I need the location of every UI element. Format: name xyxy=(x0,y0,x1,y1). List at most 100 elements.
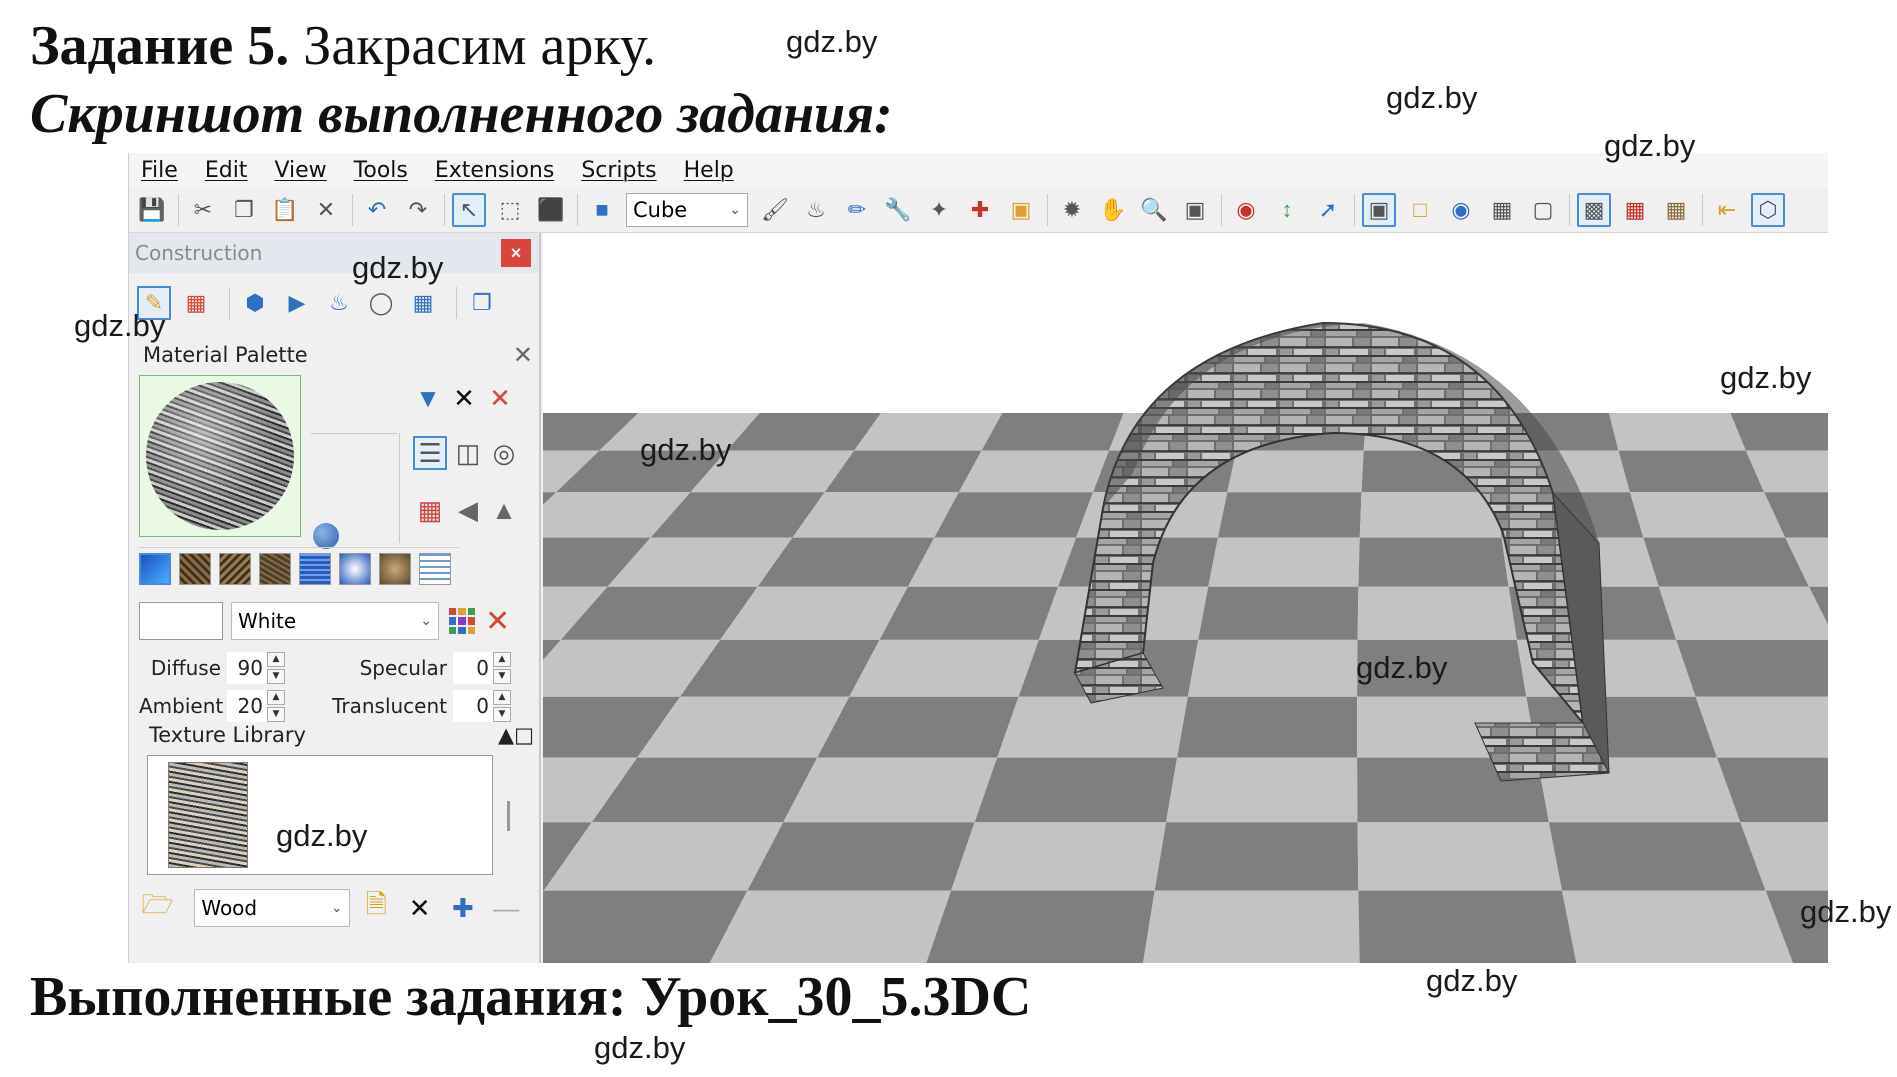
plus-icon[interactable]: ✚ xyxy=(446,891,479,925)
texture-slot-grid[interactable] xyxy=(299,552,331,585)
shape-tab-icon[interactable]: ⬢ xyxy=(238,286,272,320)
select-transform-icon[interactable]: ⬚ xyxy=(493,193,527,227)
paste-icon[interactable]: 📋 xyxy=(268,193,302,227)
light-tab-icon[interactable]: ◯ xyxy=(364,286,398,320)
scrollbar-thumb[interactable] xyxy=(507,801,510,831)
palette-tab-icon[interactable]: ▦ xyxy=(179,286,213,320)
view-select-icon[interactable]: ▩ xyxy=(1577,192,1611,227)
texture-library-scrollbar[interactable] xyxy=(499,761,523,873)
stone-texture-thumbnail[interactable] xyxy=(168,762,248,868)
delete-icon[interactable]: ✕ xyxy=(309,193,343,227)
camera-tab-icon[interactable]: ▶ xyxy=(280,286,314,320)
menu-extensions[interactable]: Extensions xyxy=(435,158,554,183)
save-icon[interactable]: 💾 xyxy=(135,193,169,227)
floor-tile xyxy=(1208,537,1360,587)
texture-slot-stone1[interactable] xyxy=(179,552,211,585)
library-tab-icon[interactable]: ▦ xyxy=(406,286,440,320)
library-folder-icon[interactable]: 🗁 xyxy=(141,889,174,925)
tab-separator xyxy=(229,287,230,319)
library-select[interactable]: Wood ⌄ xyxy=(194,889,350,927)
menu-edit[interactable]: Edit xyxy=(205,158,248,183)
import-icon[interactable]: ⇤ xyxy=(1710,193,1744,227)
texture-slot-gradient[interactable] xyxy=(139,552,171,585)
texture-slot-glow[interactable] xyxy=(339,552,371,585)
ambient-input[interactable]: 20 xyxy=(227,690,267,722)
eyedropper-icon[interactable]: ✏ xyxy=(840,193,874,227)
view-front-icon[interactable]: ▣ xyxy=(1362,192,1396,227)
wrench-icon[interactable]: 🔧 xyxy=(881,193,915,227)
diffuse-label: Diffuse xyxy=(150,656,221,680)
globe-icon[interactable] xyxy=(313,523,339,549)
menu-scripts[interactable]: Scripts xyxy=(581,158,656,183)
redo-icon[interactable]: ↷ xyxy=(401,193,435,227)
mosaic-icon[interactable]: ▦ xyxy=(413,493,447,527)
select-arrow-icon[interactable]: ↖ xyxy=(452,192,486,227)
view-box-icon[interactable]: □ xyxy=(1403,193,1437,227)
color-swatch[interactable] xyxy=(139,602,223,640)
clear-red-icon[interactable]: ✕ xyxy=(483,381,517,415)
zoom-icon[interactable]: 🔍 xyxy=(1137,193,1171,227)
translucent-spinner[interactable]: ▲ ▼ xyxy=(493,690,511,722)
texture-stack-icon[interactable]: ☰ xyxy=(413,436,447,470)
color-select[interactable]: White ⌄ xyxy=(231,602,439,640)
render-texture-icon[interactable]: ▦ xyxy=(1659,193,1693,227)
undo-icon[interactable]: ↶ xyxy=(360,193,394,227)
fit-icon[interactable]: ▣ xyxy=(1178,193,1212,227)
delete-texture-icon[interactable]: ✕ xyxy=(403,891,436,925)
mirror-icon[interactable]: ▲ xyxy=(487,493,521,527)
color-grid-icon[interactable] xyxy=(449,608,475,634)
orbit-icon[interactable]: ✹ xyxy=(1055,193,1089,227)
paint-icon[interactable]: 🖌 xyxy=(758,193,792,227)
magic-wand-icon[interactable]: ✦ xyxy=(922,193,956,227)
hand-icon[interactable]: ✋ xyxy=(1096,193,1130,227)
color-clear-icon[interactable]: ✕ xyxy=(485,604,510,639)
specular-spinner[interactable]: ▲ ▼ xyxy=(493,652,511,684)
shape-select[interactable]: Cube ⌄ xyxy=(626,192,748,227)
lamp-tab-icon[interactable]: ♨ xyxy=(322,286,356,320)
menu-tools[interactable]: Tools xyxy=(354,158,408,183)
cube-icon[interactable]: ■ xyxy=(585,193,619,227)
view-wire-icon[interactable]: ▦ xyxy=(1485,193,1519,227)
cut-icon[interactable]: ✂ xyxy=(186,193,220,227)
panel-close-button[interactable]: × xyxy=(501,239,531,267)
cylinder-icon[interactable]: ◫ xyxy=(451,436,485,470)
panel-titlebar: Construction × xyxy=(129,233,539,273)
axes-icon[interactable]: ✚ xyxy=(963,193,997,227)
arrow-left-icon[interactable]: ◀ xyxy=(451,493,485,527)
menu-help[interactable]: Help xyxy=(684,158,734,183)
texture-library-expand-icon[interactable]: ▲□ xyxy=(498,723,534,747)
diffuse-spinner[interactable]: ▲ ▼ xyxy=(267,652,285,684)
menu-file[interactable]: File xyxy=(141,158,178,183)
specular-input[interactable]: 0 xyxy=(453,652,493,684)
copy-icon[interactable]: ❐ xyxy=(227,193,261,227)
add-texture-icon[interactable]: 🗎 xyxy=(360,889,393,925)
panel-tabs: ✎ ▦ ⬢ ▶ ♨ ◯ ▦ ❐ xyxy=(137,281,507,325)
perspective-icon[interactable]: ⬡ xyxy=(1751,192,1785,227)
clear-black-icon[interactable]: ✕ xyxy=(447,381,481,415)
texture-slot-list[interactable] xyxy=(419,552,451,585)
filter-icon[interactable]: ▼ xyxy=(411,381,445,415)
view-sphere-icon[interactable]: ◉ xyxy=(1444,193,1478,227)
view-frame-icon[interactable]: ▢ xyxy=(1526,193,1560,227)
texture-slot-sphere[interactable] xyxy=(379,552,411,585)
render-color-icon[interactable]: ▦ xyxy=(1618,193,1652,227)
fill-icon[interactable]: ♨ xyxy=(799,193,833,227)
arrow-vertical-icon[interactable]: ↕ xyxy=(1270,193,1304,227)
translucent-input[interactable]: 0 xyxy=(453,690,493,722)
diffuse-input[interactable]: 90 xyxy=(227,652,267,684)
menu-view[interactable]: View xyxy=(274,158,326,183)
material-palette-close[interactable]: ✕ xyxy=(513,341,533,369)
arrow-diagonal-icon[interactable]: ➚ xyxy=(1311,193,1345,227)
3d-viewport[interactable] xyxy=(543,233,1828,963)
minus-icon[interactable]: — xyxy=(490,891,523,925)
floor-tile xyxy=(974,757,1178,823)
toolbar-separator xyxy=(1702,193,1703,226)
texture-icon[interactable]: ▣ xyxy=(1004,193,1038,227)
eye-icon[interactable]: ◉ xyxy=(1229,193,1263,227)
window-tab-icon[interactable]: ❐ xyxy=(465,286,499,320)
ring-icon[interactable]: ◎ xyxy=(487,436,521,470)
texture-slot-stone2[interactable] xyxy=(219,552,251,585)
ambient-spinner[interactable]: ▲ ▼ xyxy=(267,690,285,722)
select-group-icon[interactable]: ⬛ xyxy=(534,193,568,227)
texture-slot-stone3[interactable] xyxy=(259,552,291,585)
